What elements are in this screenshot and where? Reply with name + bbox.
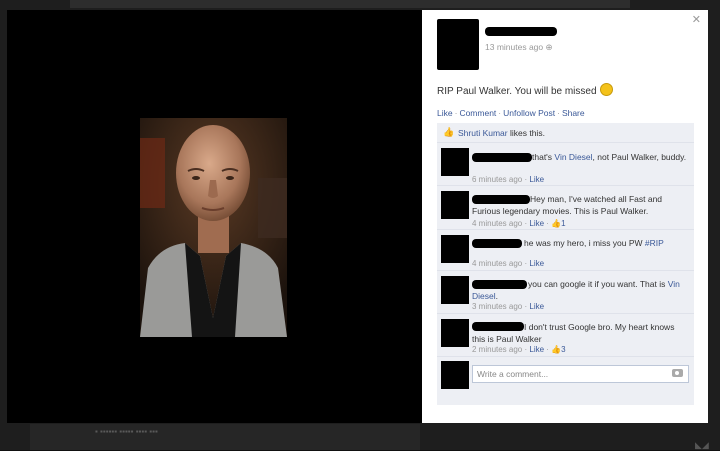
comment-like-button[interactable]: Like (529, 345, 544, 354)
background-page-strip (70, 0, 630, 8)
commenter-avatar-redacted[interactable] (441, 276, 469, 304)
write-comment-input[interactable]: Write a comment... (472, 365, 689, 383)
post-panel: ✕ 13 minutes ago ⊕ RIP Paul Walker. You … (422, 10, 708, 423)
comment-like-button[interactable]: Like (529, 175, 544, 184)
comments-section: 👍 Shruti Kumar likes this. that's Vin Di… (437, 123, 694, 405)
comment-meta: 6 minutes ago · Like (472, 175, 545, 184)
close-icon[interactable]: ✕ (692, 13, 701, 26)
commenter-avatar-redacted[interactable] (441, 319, 469, 347)
comment: he was my hero, i miss you PW #RIP 4 min… (437, 230, 694, 271)
comment-meta: 2 minutes ago · Like · 👍3 (472, 345, 566, 354)
likes-row: 👍 Shruti Kumar likes this. (437, 123, 694, 143)
comment-meta: 4 minutes ago · Like · 👍1 (472, 219, 566, 228)
comment-text: that's Vin Diesel, not Paul Walker, budd… (532, 152, 687, 162)
post-timestamp[interactable]: 13 minutes ago ⊕ (485, 42, 553, 53)
unfollow-post-button[interactable]: Unfollow Post (503, 108, 555, 118)
poster-name-redacted[interactable] (485, 27, 557, 36)
poster-avatar-redacted[interactable] (437, 19, 479, 70)
photo-image (140, 118, 287, 337)
commenter-avatar-redacted[interactable] (441, 148, 469, 176)
photo (140, 118, 287, 337)
commenter-avatar-redacted[interactable] (441, 191, 469, 219)
smiley-emoticon-icon (599, 83, 613, 96)
comment-meta: 4 minutes ago · Like (472, 259, 545, 268)
comment: you can google it if you want. That is V… (437, 271, 694, 314)
comment-button[interactable]: Comment (459, 108, 496, 118)
thumbs-up-icon: 👍 (551, 345, 562, 354)
comment-like-count[interactable]: 1 (561, 219, 565, 228)
comment-text: you can google it if you want. That is V… (472, 279, 680, 301)
like-button[interactable]: Like (437, 108, 453, 118)
blurred-background-text: ▪ ▪▪▪▪▪▪ ▪▪▪▪▪ ▪▪▪▪ ▪▪▪ (95, 427, 158, 436)
thumbs-up-icon: 👍 (443, 127, 455, 137)
post-actions: Like · Comment · Unfollow Post · Share (437, 108, 585, 118)
comment-like-button[interactable]: Like (529, 259, 544, 268)
comment-text: I don't trust Google bro. My heart knows… (472, 322, 675, 344)
comment-like-button[interactable]: Like (529, 302, 544, 311)
viewer-avatar-redacted (441, 361, 469, 389)
photo-stage (7, 10, 422, 423)
comment: Hey man, I've watched all Fast and Furio… (437, 186, 694, 230)
comment-like-count[interactable]: 3 (561, 345, 565, 354)
background-page-bar (30, 424, 420, 450)
commenter-avatar-redacted[interactable] (441, 235, 469, 263)
comment: that's Vin Diesel, not Paul Walker, budd… (437, 143, 694, 186)
camera-icon[interactable] (672, 369, 683, 377)
comment-like-button[interactable]: Like (529, 219, 544, 228)
comment-text: he was my hero, i miss you PW #RIP (524, 238, 664, 248)
share-button[interactable]: Share (562, 108, 585, 118)
thumbs-up-icon: 👍 (551, 219, 562, 228)
liker-name[interactable]: Shruti Kumar (458, 128, 508, 138)
comment-meta: 3 minutes ago · Like (472, 302, 545, 311)
comment-text: Hey man, I've watched all Fast and Furio… (472, 194, 663, 216)
globe-icon: ⊕ (545, 42, 553, 52)
comment: I don't trust Google bro. My heart knows… (437, 314, 694, 357)
background-corner-icon: ◣◢ (695, 440, 709, 450)
post-text: RIP Paul Walker. You will be missed (437, 83, 613, 97)
